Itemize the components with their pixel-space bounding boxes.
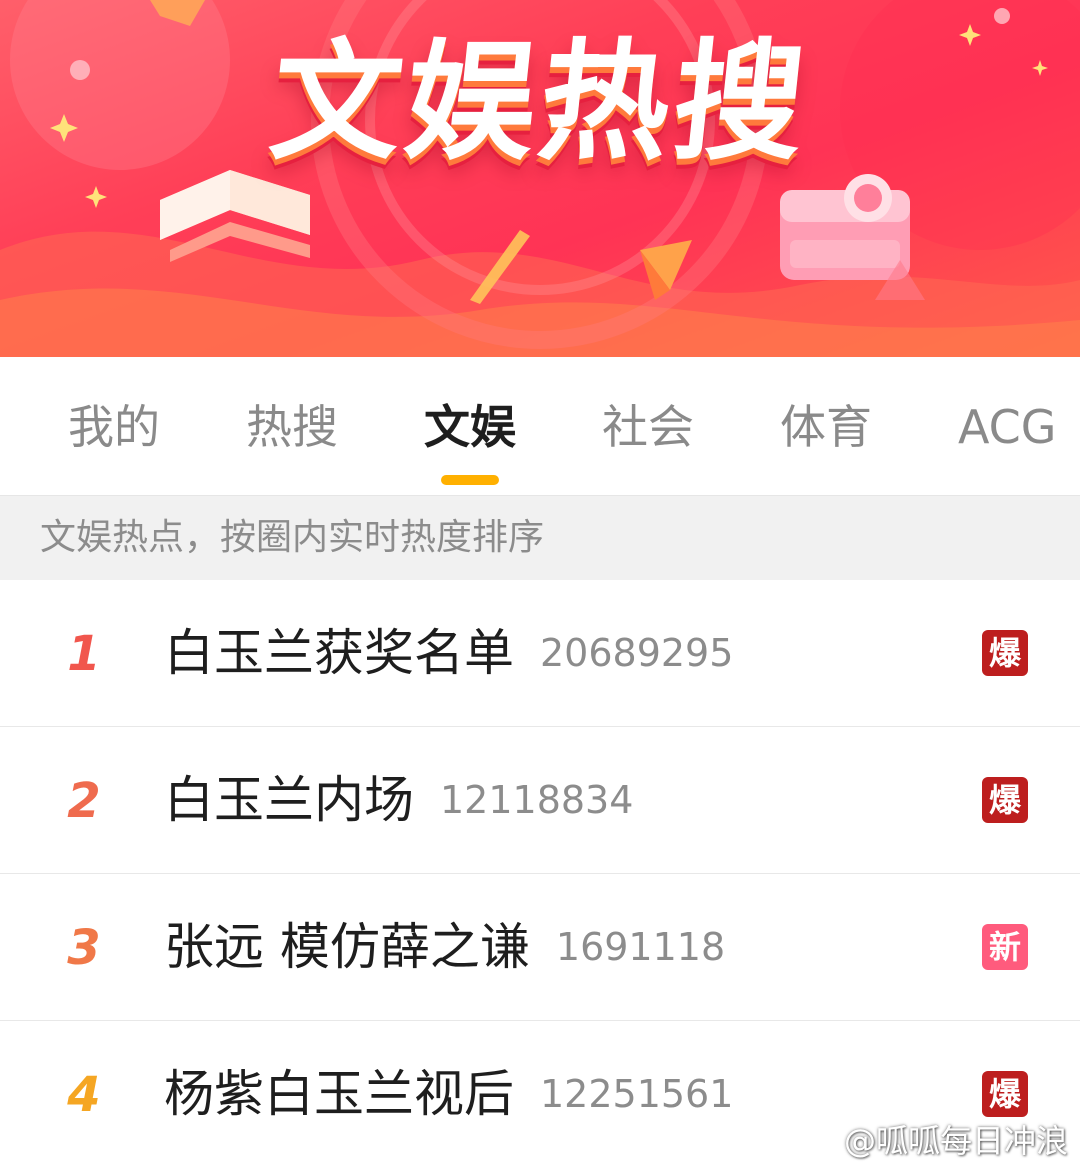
- tab-mine[interactable]: 我的: [68, 397, 160, 457]
- topic-title: 白玉兰内场: [164, 771, 414, 829]
- weibo-watermark: @呱呱每日冲浪: [800, 1120, 1068, 1162]
- hot-badge: 爆: [982, 777, 1028, 823]
- tab-acg[interactable]: ACG: [958, 397, 1056, 457]
- entertainment-banner: 文娱热搜: [0, 0, 1080, 357]
- hot-search-list: 1 白玉兰获奖名单 20689295 爆 2 白玉兰内场 12118834 爆 3 …: [0, 580, 1080, 1166]
- rank-number: 3: [67, 920, 101, 976]
- hot-badge: 爆: [982, 1071, 1028, 1117]
- topic-title: 张远 模仿薛之谦: [164, 918, 530, 976]
- topic-title: 杨紫白玉兰视后: [164, 1065, 514, 1123]
- hot-search-page: 文娱热搜 我的 热搜 文娱 社会 体育 ACG 文娱热点，按圈内实时热度排序 1…: [0, 0, 1080, 1166]
- topic-title: 白玉兰获奖名单: [164, 624, 514, 682]
- list-item[interactable]: 3 张远 模仿薛之谦 1691118 新: [0, 874, 1080, 1021]
- heat-count: 20689295: [540, 631, 734, 675]
- tab-society[interactable]: 社会: [602, 397, 694, 457]
- active-tab-indicator: [441, 475, 499, 485]
- banner-title: 文娱热搜: [263, 26, 816, 178]
- hot-badge: 爆: [982, 630, 1028, 676]
- rank-number: 2: [67, 773, 101, 829]
- watermark-text: @呱呱每日冲浪: [843, 1122, 1068, 1160]
- tab-hot-search[interactable]: 热搜: [246, 397, 338, 457]
- list-description-bar: 文娱热点，按圈内实时热度排序: [0, 496, 1080, 580]
- list-item[interactable]: 2 白玉兰内场 12118834 爆: [0, 727, 1080, 874]
- list-description: 文娱热点，按圈内实时热度排序: [40, 517, 545, 558]
- heat-count: 12251561: [540, 1072, 734, 1116]
- rank-number: 4: [67, 1067, 101, 1123]
- list-item[interactable]: 1 白玉兰获奖名单 20689295 爆: [0, 580, 1080, 727]
- weibo-logo-icon: [800, 1122, 840, 1164]
- rank-number: 1: [67, 626, 101, 682]
- heat-count: 1691118: [555, 925, 726, 969]
- tab-sports[interactable]: 体育: [780, 397, 872, 457]
- heat-count: 12118834: [440, 778, 634, 822]
- tab-entertainment[interactable]: 文娱: [424, 397, 516, 457]
- new-badge: 新: [982, 924, 1028, 970]
- category-tabs: 我的 热搜 文娱 社会 体育 ACG: [0, 357, 1080, 496]
